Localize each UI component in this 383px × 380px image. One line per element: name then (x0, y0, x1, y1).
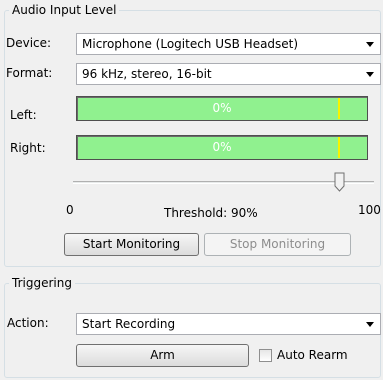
threshold-max-label: 100 (358, 203, 381, 217)
chevron-down-icon (366, 42, 374, 47)
audio-input-level-title: Audio Input Level (12, 3, 117, 17)
chevron-down-icon (366, 322, 374, 327)
left-level-meter: 0% (76, 96, 368, 121)
device-select-value: Microphone (Logitech USB Headset) (82, 37, 299, 51)
arm-button[interactable]: Arm (76, 344, 249, 367)
start-monitoring-button[interactable]: Start Monitoring (64, 233, 199, 256)
action-select-value: Start Recording (82, 317, 176, 331)
left-channel-label: Left: (10, 108, 37, 122)
right-level-meter: 0% (76, 135, 368, 160)
left-threshold-marker (338, 98, 340, 119)
action-select[interactable]: Start Recording (76, 313, 381, 335)
auto-rearm-label: Auto Rearm (277, 348, 348, 362)
threshold-min-label: 0 (66, 203, 74, 217)
device-label: Device: (6, 36, 52, 50)
stop-monitoring-button[interactable]: Stop Monitoring (204, 233, 351, 256)
auto-rearm-checkbox[interactable] (259, 349, 272, 362)
threshold-slider-thumb[interactable] (334, 172, 345, 192)
threshold-slider[interactable] (70, 170, 380, 194)
right-level-text: 0% (212, 140, 232, 154)
right-threshold-marker (338, 137, 340, 158)
format-select[interactable]: 96 kHz, stereo, 16-bit (76, 63, 381, 85)
left-level-text: 0% (212, 101, 232, 115)
action-label: Action: (7, 316, 49, 330)
threshold-text: Threshold: 90% (164, 206, 258, 220)
device-select[interactable]: Microphone (Logitech USB Headset) (76, 33, 381, 55)
chevron-down-icon (366, 72, 374, 77)
right-channel-label: Right: (10, 141, 46, 155)
threshold-slider-track (73, 181, 374, 184)
triggering-title: Triggering (12, 276, 72, 290)
format-select-value: 96 kHz, stereo, 16-bit (82, 67, 212, 81)
format-label: Format: (6, 66, 53, 80)
